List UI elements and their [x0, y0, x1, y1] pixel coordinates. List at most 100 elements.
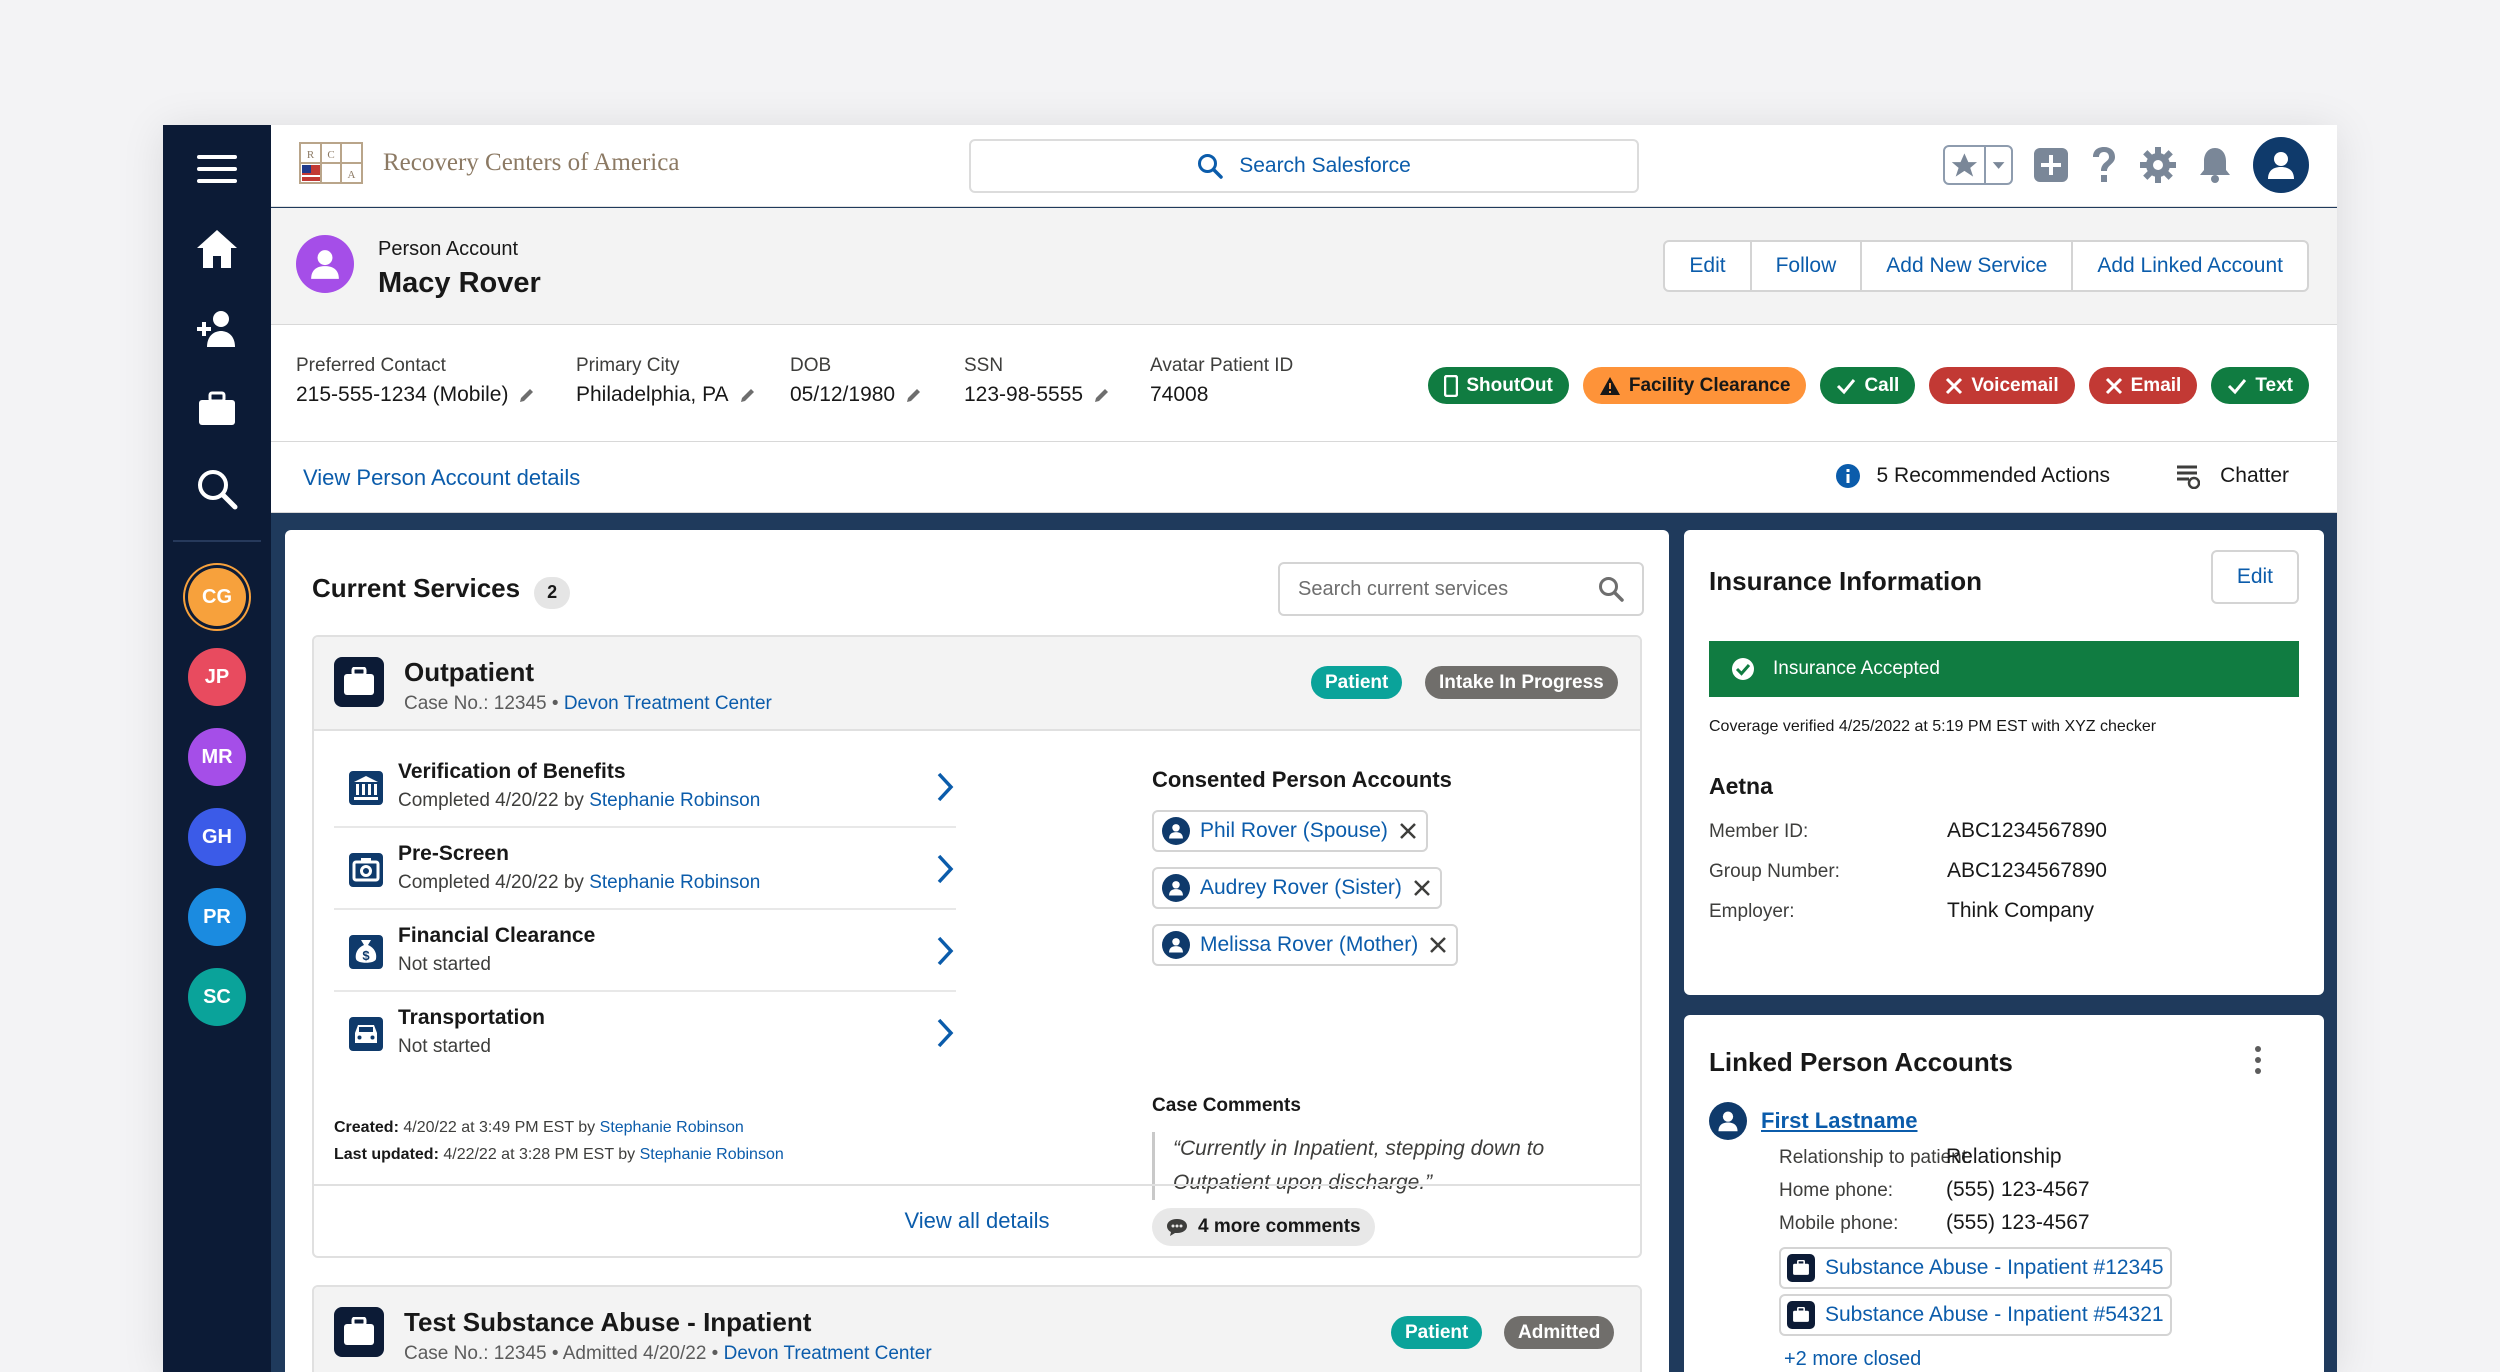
- badge-label: Facility Clearance: [1628, 374, 1791, 396]
- case-icon: [1787, 1301, 1815, 1329]
- service-card-header[interactable]: Outpatient Case No.: 12345 • Devon Treat…: [314, 637, 1640, 731]
- edit-button[interactable]: Edit: [1665, 242, 1752, 290]
- consented-account-name[interactable]: Audrey Rover (Sister): [1200, 876, 1402, 900]
- brand[interactable]: R C A Recovery Centers of America: [299, 142, 679, 184]
- person-icon: [1162, 874, 1190, 902]
- global-search-input[interactable]: Search Salesforce: [969, 139, 1639, 193]
- view-account-details-link[interactable]: View Person Account details: [303, 465, 580, 491]
- camera-icon: [346, 850, 386, 890]
- view-all-details-link[interactable]: View all details: [314, 1184, 1640, 1256]
- user-avatar[interactable]: [2253, 137, 2309, 193]
- current-services-panel: Current Services 2 Search current service…: [285, 530, 1669, 1372]
- warning-icon: [1599, 376, 1620, 395]
- pencil-icon[interactable]: [1093, 386, 1111, 404]
- favorites-button[interactable]: [1943, 145, 2013, 185]
- rail-avatar-cg[interactable]: CG: [188, 568, 246, 626]
- insurance-panel: Insurance Information Edit Insurance Acc…: [1684, 530, 2324, 995]
- consented-account-pill[interactable]: Phil Rover (Spouse): [1152, 810, 1428, 852]
- field-primary-city: Primary City Philadelphia, PA: [576, 355, 757, 407]
- created-by-link[interactable]: Stephanie Robinson: [600, 1119, 744, 1136]
- chatter-tab[interactable]: Chatter: [2174, 463, 2289, 489]
- facility-clearance-badge[interactable]: Facility Clearance: [1582, 367, 1807, 404]
- badge-label: Email: [2130, 374, 2182, 396]
- voicemail-badge[interactable]: Voicemail: [1929, 367, 2075, 404]
- service-card-outpatient: Outpatient Case No.: 12345 • Devon Treat…: [312, 635, 1642, 1258]
- shoutout-badge[interactable]: ShoutOut: [1428, 367, 1569, 404]
- call-badge[interactable]: Call: [1820, 367, 1916, 404]
- more-closed-link[interactable]: +2 more closed: [1784, 1348, 1921, 1371]
- record-header: Person Account Macy Rover Edit Follow Ad…: [271, 208, 2337, 325]
- rail-avatar-gh[interactable]: GH: [188, 808, 246, 866]
- employer-value: Think Company: [1947, 899, 2095, 922]
- email-badge[interactable]: Email: [2088, 367, 2198, 404]
- treatment-center-link[interactable]: Devon Treatment Center: [724, 1343, 932, 1364]
- insurance-status-banner: Insurance Accepted: [1709, 641, 2299, 697]
- relationship-value: Relationship: [1946, 1145, 2062, 1168]
- services-search-placeholder: Search current services: [1298, 577, 1509, 600]
- rail-avatar-pr[interactable]: PR: [188, 888, 246, 946]
- consented-account-name[interactable]: Phil Rover (Spouse): [1200, 819, 1388, 843]
- treatment-center-link[interactable]: Devon Treatment Center: [564, 693, 772, 714]
- add-icon[interactable]: [2033, 147, 2069, 183]
- rail-divider: [173, 540, 261, 542]
- pencil-icon[interactable]: [905, 386, 923, 404]
- field-label: DOB: [790, 355, 832, 376]
- remove-icon[interactable]: [1428, 935, 1448, 955]
- briefcase-icon[interactable]: [191, 383, 243, 435]
- consented-account-pill[interactable]: Audrey Rover (Sister): [1152, 867, 1442, 909]
- rail-avatar-sc[interactable]: SC: [188, 968, 246, 1026]
- linked-case-pill[interactable]: Substance Abuse - Inpatient #54321: [1779, 1294, 2172, 1336]
- add-new-service-button[interactable]: Add New Service: [1862, 242, 2074, 290]
- add-linked-account-button[interactable]: Add Linked Account: [2073, 242, 2307, 290]
- recommended-actions-label: 5 Recommended Actions: [1876, 464, 2110, 487]
- rail-avatar-mr[interactable]: MR: [188, 728, 246, 786]
- rail-avatar-jp[interactable]: JP: [188, 648, 246, 706]
- chevron-down-icon: [1992, 162, 2005, 169]
- consented-account-pill[interactable]: Melissa Rover (Mother): [1152, 924, 1459, 966]
- linked-case-pill[interactable]: Substance Abuse - Inpatient #12345: [1779, 1247, 2172, 1289]
- step-transportation[interactable]: Transportation Not started: [334, 994, 956, 1074]
- bell-icon[interactable]: [2197, 146, 2233, 184]
- step-verification-of-benefits[interactable]: Verification of Benefits Completed 4/20/…: [334, 748, 956, 828]
- linked-case-name[interactable]: Substance Abuse - Inpatient #12345: [1825, 1256, 2164, 1280]
- field-avatar-patient-id: Avatar Patient ID 74008: [1150, 355, 1293, 407]
- gear-icon[interactable]: [2139, 146, 2177, 184]
- remove-icon[interactable]: [1412, 878, 1432, 898]
- remove-icon[interactable]: [1398, 821, 1418, 841]
- contacts-icon[interactable]: [191, 303, 243, 355]
- linked-person-link[interactable]: First Lastname: [1761, 1108, 1918, 1134]
- follow-button[interactable]: Follow: [1752, 242, 1863, 290]
- linked-case-name[interactable]: Substance Abuse - Inpatient #54321: [1825, 1303, 2164, 1327]
- step-user-link[interactable]: Stephanie Robinson: [589, 872, 760, 893]
- consented-account-name[interactable]: Melissa Rover (Mother): [1200, 933, 1418, 957]
- step-user-link[interactable]: Stephanie Robinson: [589, 790, 760, 811]
- hamburger-menu-icon[interactable]: [191, 143, 243, 195]
- field-value: 05/12/1980: [790, 383, 896, 406]
- pencil-icon[interactable]: [739, 386, 757, 404]
- mobile-phone-label: Mobile phone:: [1779, 1213, 1899, 1234]
- phone-icon: [1444, 374, 1459, 397]
- services-search-input[interactable]: Search current services: [1278, 562, 1644, 616]
- step-financial-clearance[interactable]: $ Financial Clearance Not started: [334, 912, 956, 992]
- help-icon[interactable]: [2089, 146, 2119, 184]
- text-badge[interactable]: Text: [2211, 367, 2309, 404]
- more-options-icon[interactable]: [2254, 1045, 2262, 1075]
- x-icon: [2105, 377, 2122, 394]
- search-icon[interactable]: [191, 463, 243, 515]
- pencil-icon[interactable]: [518, 386, 536, 404]
- recommended-actions[interactable]: 5 Recommended Actions: [1835, 463, 2110, 489]
- service-card-header[interactable]: Test Substance Abuse - Inpatient Case No…: [314, 1287, 1640, 1372]
- record-title: Macy Rover: [378, 267, 541, 299]
- car-icon: [346, 1014, 386, 1054]
- linked-accounts-title: Linked Person Accounts: [1709, 1047, 2013, 1077]
- admitted-status-tag: Admitted: [1504, 1316, 1615, 1349]
- insurance-edit-button[interactable]: Edit: [2210, 550, 2299, 604]
- brand-logo: R C A: [299, 142, 363, 184]
- step-status: Not started: [398, 1036, 491, 1057]
- step-status-text: Completed 4/20/22 by: [398, 790, 584, 811]
- step-pre-screen[interactable]: Pre-Screen Completed 4/20/22 by Stephani…: [334, 830, 956, 910]
- home-icon[interactable]: [191, 223, 243, 275]
- member-id-value: ABC1234567890: [1947, 819, 2107, 842]
- updated-by-link[interactable]: Stephanie Robinson: [640, 1146, 784, 1163]
- field-value: 74008: [1150, 383, 1209, 406]
